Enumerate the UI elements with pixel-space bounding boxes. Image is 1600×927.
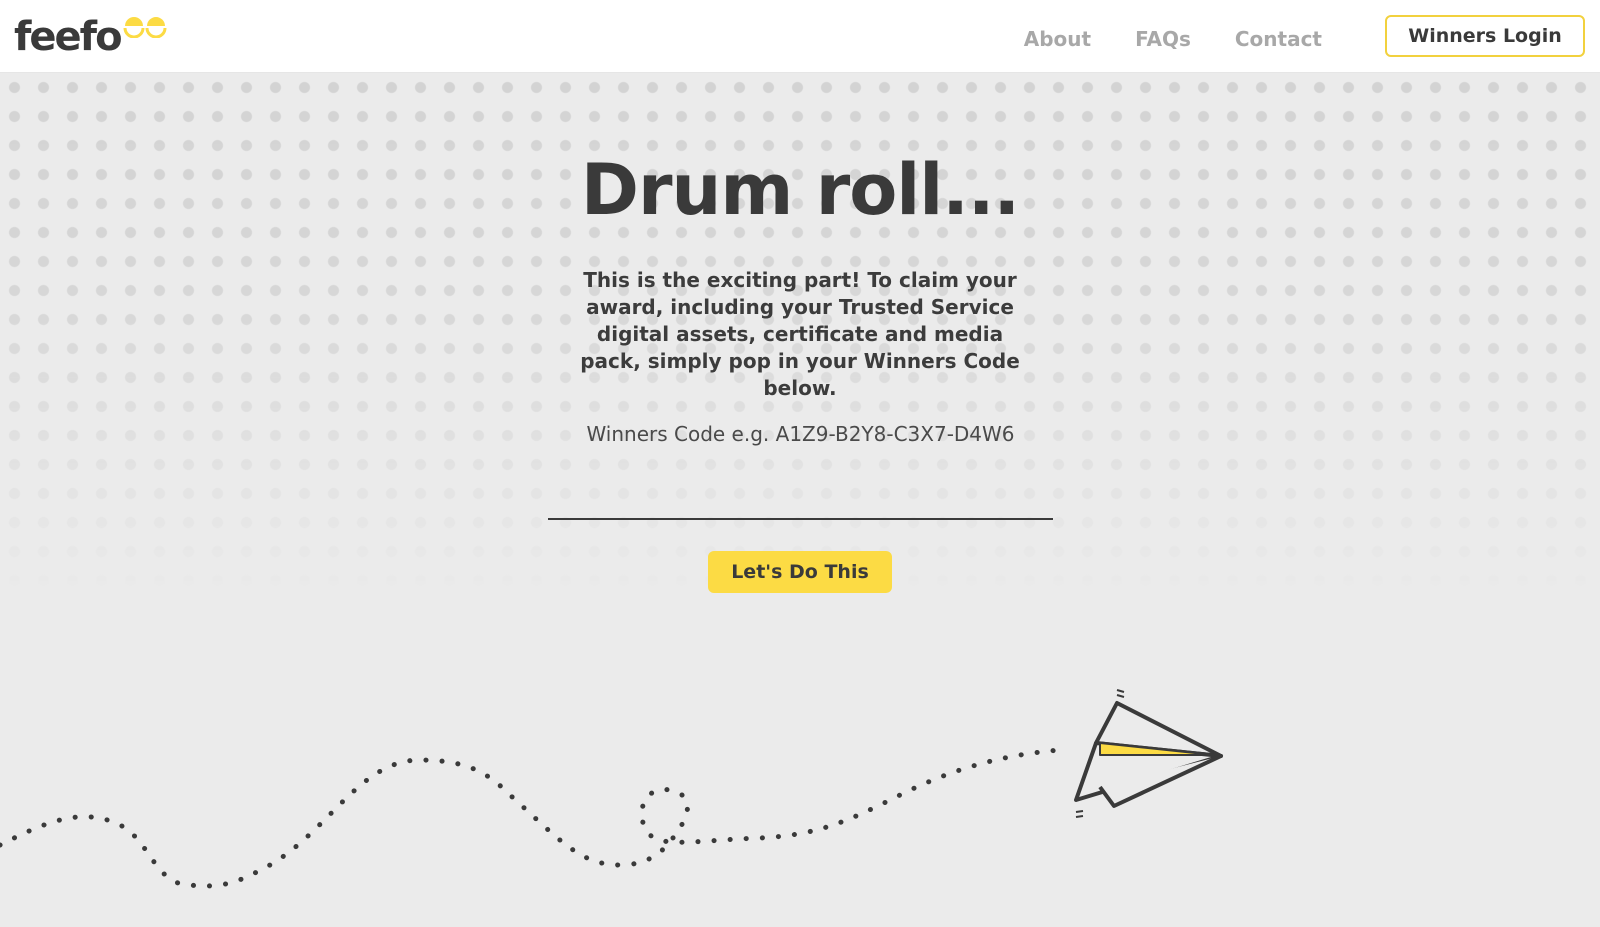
winners-login-button[interactable]: Winners Login — [1385, 15, 1585, 57]
submit-code-button[interactable]: Let's Do This — [708, 551, 892, 593]
nav-link-faqs[interactable]: FAQs — [1113, 22, 1213, 56]
dotted-flight-path — [0, 747, 1063, 889]
feefo-logo[interactable]: feefo — [14, 14, 167, 60]
winners-code-label: Winners Code e.g. A1Z9-B2Y8-C3X7-D4W6 — [586, 422, 1015, 446]
winners-code-field: Winners Code e.g. A1Z9-B2Y8-C3X7-D4W6 — [548, 420, 1053, 520]
hero-description: This is the exciting part! To claim your… — [580, 268, 1020, 400]
feefo-eyes-icon — [123, 17, 167, 38]
nav-link-contact[interactable]: Contact — [1213, 22, 1344, 56]
site-header: feefo About FAQs Contact Winners Login — [0, 0, 1600, 73]
paper-plane-icon — [1074, 689, 1223, 818]
winners-code-input[interactable] — [548, 476, 1053, 520]
logo-wordmark: feefo — [14, 14, 123, 60]
page-title: Drum roll... — [580, 149, 1020, 231]
paper-plane-illustration — [0, 689, 1223, 889]
nav-link-about[interactable]: About — [1002, 22, 1113, 56]
main-nav: About FAQs Contact — [1002, 22, 1344, 56]
